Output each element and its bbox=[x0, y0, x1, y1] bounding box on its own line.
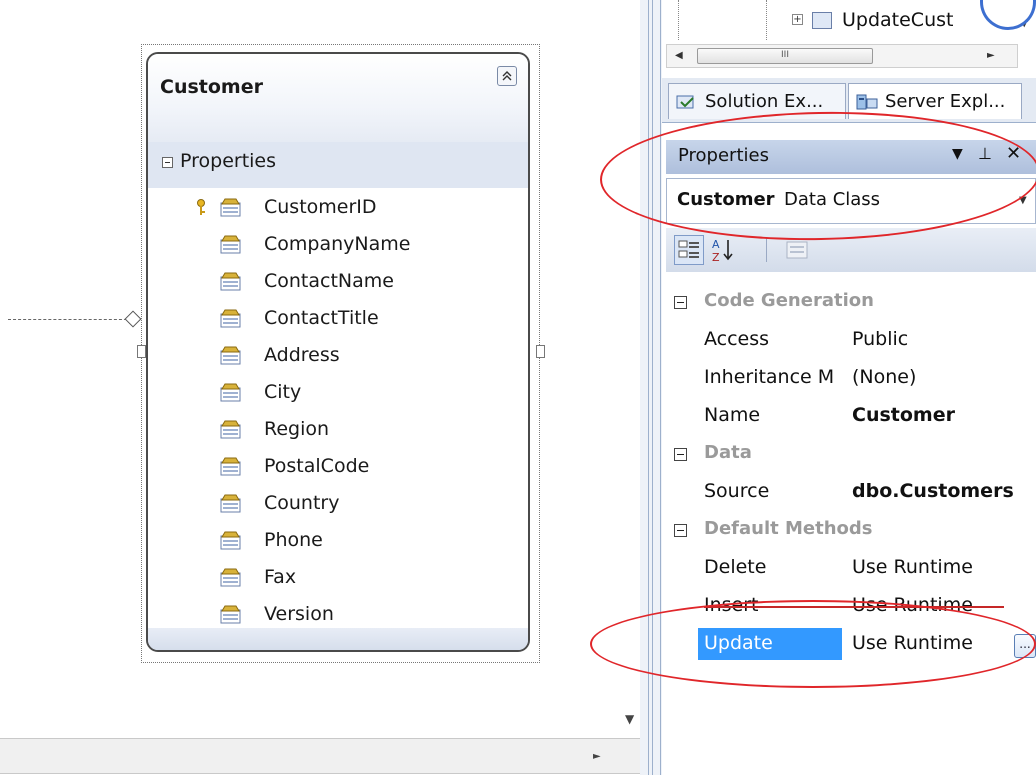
property-name: CustomerID bbox=[264, 196, 377, 218]
collapse-toggle-icon[interactable] bbox=[674, 524, 687, 537]
property-icon bbox=[220, 383, 241, 402]
property-icon bbox=[220, 457, 241, 476]
server-explorer-icon bbox=[855, 92, 879, 112]
solution-explorer-icon bbox=[675, 92, 699, 112]
entity-property-row[interactable]: City bbox=[148, 375, 528, 412]
collapse-chevron-icon[interactable] bbox=[497, 66, 517, 86]
property-name: CompanyName bbox=[264, 233, 411, 255]
collapse-toggle-icon[interactable] bbox=[674, 296, 687, 309]
scroll-right-arrow-icon[interactable]: ► bbox=[593, 751, 601, 762]
property-row[interactable]: Name Customer bbox=[666, 398, 1036, 435]
property-name[interactable]: Source bbox=[704, 480, 840, 502]
property-icon bbox=[220, 568, 241, 587]
resize-handle-right[interactable] bbox=[536, 345, 545, 358]
category-label: Data bbox=[704, 442, 752, 463]
property-name: Version bbox=[264, 603, 334, 625]
property-row[interactable]: Inheritance M (None) bbox=[666, 360, 1036, 397]
tab-label: Solution Ex... bbox=[705, 91, 824, 112]
category-label: Code Generation bbox=[704, 290, 874, 311]
tree-guide-line bbox=[766, 0, 768, 40]
property-value[interactable]: Public bbox=[852, 328, 908, 350]
entity-property-row[interactable]: Fax bbox=[148, 560, 528, 597]
scroll-right-arrow-icon[interactable]: ► bbox=[987, 50, 995, 61]
property-name[interactable]: Inheritance M bbox=[704, 366, 840, 388]
property-row[interactable]: Access Public bbox=[666, 322, 1036, 359]
tree-horizontal-scrollbar[interactable]: ◀ III ► bbox=[666, 44, 1018, 68]
category-row[interactable]: Data bbox=[666, 436, 1036, 473]
expand-plus-icon[interactable]: + bbox=[792, 14, 803, 25]
collapse-toggle-icon[interactable] bbox=[162, 157, 173, 168]
property-icon bbox=[220, 198, 241, 217]
property-name: Country bbox=[264, 492, 340, 514]
entity-title: Customer bbox=[160, 76, 263, 98]
property-name[interactable]: Name bbox=[704, 404, 840, 426]
scroll-left-arrow-icon[interactable]: ◀ bbox=[675, 50, 683, 61]
property-name: Address bbox=[264, 344, 340, 366]
property-name: PostalCode bbox=[264, 455, 370, 477]
tree-guide-line bbox=[678, 0, 680, 40]
resize-handle-left[interactable] bbox=[137, 345, 146, 358]
annotation-ellipse bbox=[590, 600, 1036, 688]
method-file-icon bbox=[812, 12, 832, 29]
property-value[interactable]: (None) bbox=[852, 366, 916, 388]
entity-property-list: CustomerID CompanyName ContactName ContactT… bbox=[148, 188, 528, 628]
entity-property-row[interactable]: ContactTitle bbox=[148, 301, 528, 338]
category-row[interactable]: Default Methods bbox=[666, 512, 1036, 549]
entity-property-row[interactable]: Phone bbox=[148, 523, 528, 560]
designer-surface[interactable]: Customer Properties CustomerID CompanyNam… bbox=[0, 0, 640, 775]
association-diamond[interactable] bbox=[124, 310, 142, 328]
property-icon bbox=[220, 531, 241, 550]
property-icon bbox=[220, 605, 241, 624]
scroll-thumb[interactable]: III bbox=[697, 48, 873, 64]
entity-footer bbox=[148, 628, 528, 650]
entity-property-row[interactable]: Country bbox=[148, 486, 528, 523]
association-line[interactable] bbox=[8, 319, 132, 320]
property-icon bbox=[220, 420, 241, 439]
svg-text:A: A bbox=[712, 238, 720, 251]
entity-property-row[interactable]: ContactName bbox=[148, 264, 528, 301]
property-name: Phone bbox=[264, 529, 323, 551]
category-row[interactable]: Code Generation bbox=[666, 284, 1036, 321]
property-value[interactable]: dbo.Customers bbox=[852, 480, 1014, 502]
toolbar-separator bbox=[766, 238, 767, 262]
category-label: Default Methods bbox=[704, 518, 873, 539]
property-name[interactable]: Access bbox=[704, 328, 840, 350]
property-icon bbox=[220, 494, 241, 513]
designer-horizontal-scrollbar[interactable]: ► bbox=[0, 738, 640, 774]
section-label: Properties bbox=[180, 150, 277, 172]
entity-property-row[interactable]: CustomerID bbox=[148, 190, 528, 227]
collapse-toggle-icon[interactable] bbox=[674, 448, 687, 461]
property-row[interactable]: Delete Use Runtime bbox=[666, 550, 1036, 587]
property-name: Region bbox=[264, 418, 330, 440]
entity-header[interactable]: Customer bbox=[148, 54, 528, 142]
scroll-down-arrow-icon[interactable]: ▼ bbox=[625, 712, 634, 726]
entity-property-row[interactable]: Region bbox=[148, 412, 528, 449]
property-icon bbox=[220, 272, 241, 291]
property-name: Fax bbox=[264, 566, 297, 588]
entity-property-row[interactable]: CompanyName bbox=[148, 227, 528, 264]
property-name: City bbox=[264, 381, 302, 403]
property-value[interactable]: Customer bbox=[852, 404, 955, 426]
tree-node-label[interactable]: UpdateCust bbox=[842, 9, 953, 31]
entity-shape-customer[interactable]: Customer Properties CustomerID CompanyNam… bbox=[146, 52, 530, 652]
primary-key-icon bbox=[196, 198, 206, 217]
property-name: ContactTitle bbox=[264, 307, 379, 329]
categorized-view-icon[interactable] bbox=[674, 235, 704, 265]
property-icon bbox=[220, 309, 241, 328]
svg-text:Z: Z bbox=[712, 251, 720, 264]
property-icon bbox=[220, 235, 241, 254]
entity-property-row[interactable]: Address bbox=[148, 338, 528, 375]
property-name: ContactName bbox=[264, 270, 394, 292]
alphabetical-sort-icon[interactable]: AZ bbox=[708, 235, 738, 265]
property-name[interactable]: Delete bbox=[704, 556, 840, 578]
property-icon bbox=[220, 346, 241, 365]
property-row[interactable]: Source dbo.Customers bbox=[666, 474, 1036, 511]
entity-property-row[interactable]: PostalCode bbox=[148, 449, 528, 486]
tab-label: Server Expl... bbox=[885, 91, 1006, 112]
properties-section-header[interactable]: Properties bbox=[148, 142, 528, 188]
property-value[interactable]: Use Runtime bbox=[852, 556, 973, 578]
